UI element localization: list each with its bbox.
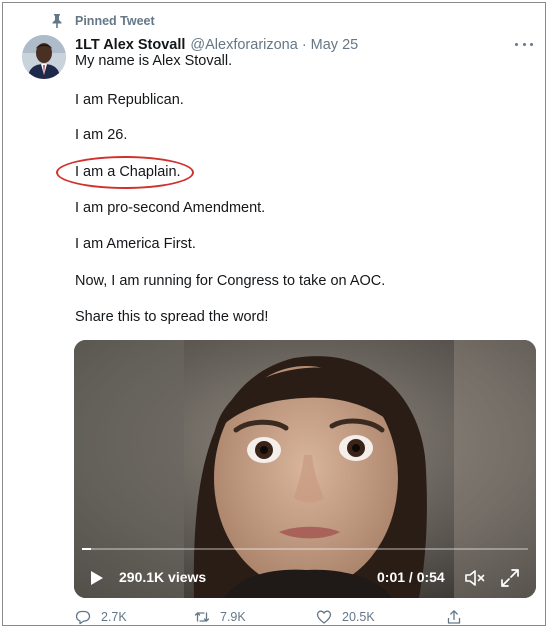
retweet-count: 7.9K bbox=[220, 610, 246, 624]
tweet-text-line: Now, I am running for Congress to take o… bbox=[75, 273, 386, 289]
reply-count: 2.7K bbox=[101, 610, 127, 624]
video-player[interactable]: 290.1K views 0:01 / 0:54 bbox=[74, 340, 536, 598]
video-time: 0:01 / 0:54 bbox=[377, 569, 445, 585]
tweet-text-line: I am pro-second Amendment. bbox=[75, 200, 266, 216]
avatar-image bbox=[22, 35, 66, 79]
retweet-icon bbox=[194, 612, 210, 622]
pinned-tweet-indicator: Pinned Tweet bbox=[51, 13, 155, 29]
reply-icon bbox=[75, 610, 91, 625]
tweet-date[interactable]: May 25 bbox=[311, 37, 359, 53]
like-icon bbox=[316, 610, 332, 624]
tweet-text-line: I am America First. bbox=[75, 236, 196, 252]
retweet-button[interactable]: 7.9K bbox=[194, 609, 246, 625]
video-progress-bar[interactable] bbox=[82, 548, 528, 550]
like-button[interactable]: 20.5K bbox=[316, 609, 375, 625]
reply-button[interactable]: 2.7K bbox=[75, 609, 127, 625]
avatar[interactable] bbox=[22, 35, 66, 79]
share-icon bbox=[447, 610, 461, 624]
display-name[interactable]: 1LT Alex Stovall bbox=[75, 37, 185, 53]
tweet-text-line: I am Republican. bbox=[75, 92, 184, 108]
video-views: 290.1K views bbox=[119, 569, 207, 585]
user-handle[interactable]: @Alexforarizona bbox=[190, 37, 297, 53]
pinned-label: Pinned Tweet bbox=[75, 14, 155, 28]
fullscreen-icon[interactable] bbox=[500, 568, 520, 588]
video-controls: 290.1K views 0:01 / 0:54 bbox=[74, 556, 536, 598]
header-separator: · bbox=[301, 37, 307, 53]
tweet-text-line: Share this to spread the word! bbox=[75, 309, 269, 325]
tweet-text-line: My name is Alex Stovall. bbox=[75, 53, 233, 69]
like-count: 20.5K bbox=[342, 610, 375, 624]
share-button[interactable] bbox=[446, 609, 462, 625]
volume-icon[interactable] bbox=[464, 568, 488, 588]
video-progress-fill bbox=[82, 548, 91, 550]
play-icon[interactable] bbox=[90, 570, 104, 586]
annotation-circle bbox=[56, 156, 194, 189]
tweet-card: Pinned Tweet 1LT Alex Stovall @Alexforar… bbox=[2, 2, 546, 626]
more-icon[interactable] bbox=[515, 36, 533, 52]
pin-icon bbox=[52, 14, 62, 28]
tweet-actions: 2.7K 7.9K 20.5K bbox=[75, 609, 495, 629]
tweet-header: 1LT Alex Stovall @Alexforarizona · May 2… bbox=[75, 35, 525, 55]
tweet-text-line: I am 26. bbox=[75, 127, 128, 143]
